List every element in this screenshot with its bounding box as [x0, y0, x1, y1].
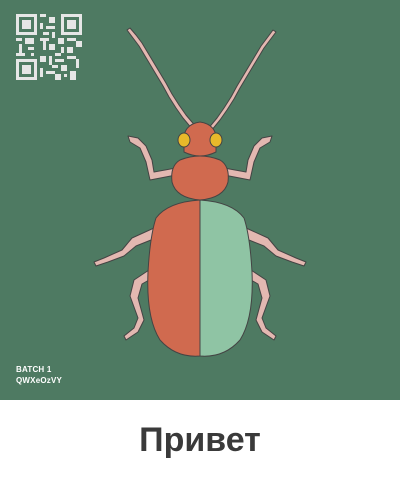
middle-left-leg	[93, 227, 157, 267]
left-elytron	[147, 199, 201, 357]
batch-info: BATCH 1 QWXeOzVY	[16, 364, 62, 386]
caption-text: Привет	[139, 420, 261, 459]
left-antenna	[126, 27, 198, 131]
batch-label: BATCH 1	[16, 365, 52, 374]
middle-right-leg	[243, 227, 307, 267]
right-eye	[209, 132, 223, 148]
beetle-pronotum	[171, 155, 229, 201]
front-right-leg	[223, 135, 273, 181]
left-eye	[177, 132, 191, 148]
right-elytron	[199, 199, 253, 357]
front-left-leg	[127, 135, 177, 181]
artwork-panel: BATCH 1 QWXeOzVY	[0, 0, 400, 400]
right-antenna	[206, 29, 277, 132]
batch-code: QWXeOzVY	[16, 376, 63, 385]
beetle-illustration	[93, 27, 307, 357]
